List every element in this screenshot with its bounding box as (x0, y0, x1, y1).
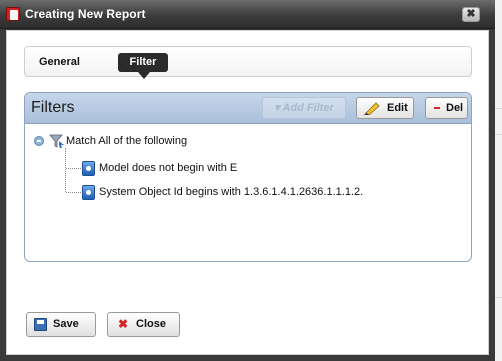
filter-funnel-icon (49, 134, 64, 148)
edit-filter-button[interactable]: Edit (356, 97, 414, 119)
filters-panel-title: Filters (31, 99, 75, 116)
background-divider (495, 108, 502, 109)
creating-new-report-dialog: Creating New Report ✖ General Filter Fil… (0, 0, 495, 361)
tree-root-label[interactable]: Match All of the following (66, 135, 187, 147)
collapse-toggle-icon[interactable] (34, 136, 44, 146)
condition-icon (82, 185, 95, 200)
edit-button-label: Edit (387, 102, 408, 114)
save-button[interactable]: Save (26, 312, 96, 337)
delete-filter-button[interactable]: Del (425, 97, 468, 119)
background-desktop (495, 0, 502, 361)
minus-icon (434, 107, 440, 109)
tab-general[interactable]: General (39, 56, 80, 68)
tab-bar: General Filter (24, 46, 472, 79)
pencil-icon (364, 102, 380, 115)
delete-button-label: Del (446, 102, 464, 114)
filters-panel: Filters ▾ Add Filter Edit Del Match All … (24, 92, 472, 262)
tree-child-label[interactable]: Model does not begin with E (99, 162, 237, 174)
background-divider (495, 297, 502, 298)
add-filter-button[interactable]: ▾ Add Filter (262, 97, 346, 119)
tree-connector (65, 148, 66, 192)
close-button[interactable]: ✖ Close (107, 312, 180, 337)
dialog-content: General Filter Filters ▾ Add Filter Edit… (6, 30, 489, 355)
tree-child-label[interactable]: System Object Id begins with 1.3.6.1.4.1… (99, 186, 363, 198)
tree-connector (66, 168, 81, 169)
save-button-label: Save (53, 318, 79, 330)
close-x-icon: ✖ (118, 317, 129, 331)
tab-filter[interactable]: Filter (118, 53, 168, 79)
close-icon[interactable]: ✖ (462, 7, 480, 22)
close-button-label: Close (136, 318, 166, 330)
background-divider (495, 134, 502, 135)
dialog-titlebar[interactable]: Creating New Report ✖ (0, 0, 495, 29)
tree-connector (66, 192, 81, 193)
filters-panel-header: Filters ▾ Add Filter Edit Del (25, 93, 471, 124)
floppy-disk-icon (34, 318, 47, 331)
dialog-title: Creating New Report (25, 7, 146, 21)
condition-icon (82, 161, 95, 176)
report-app-icon (6, 7, 20, 21)
